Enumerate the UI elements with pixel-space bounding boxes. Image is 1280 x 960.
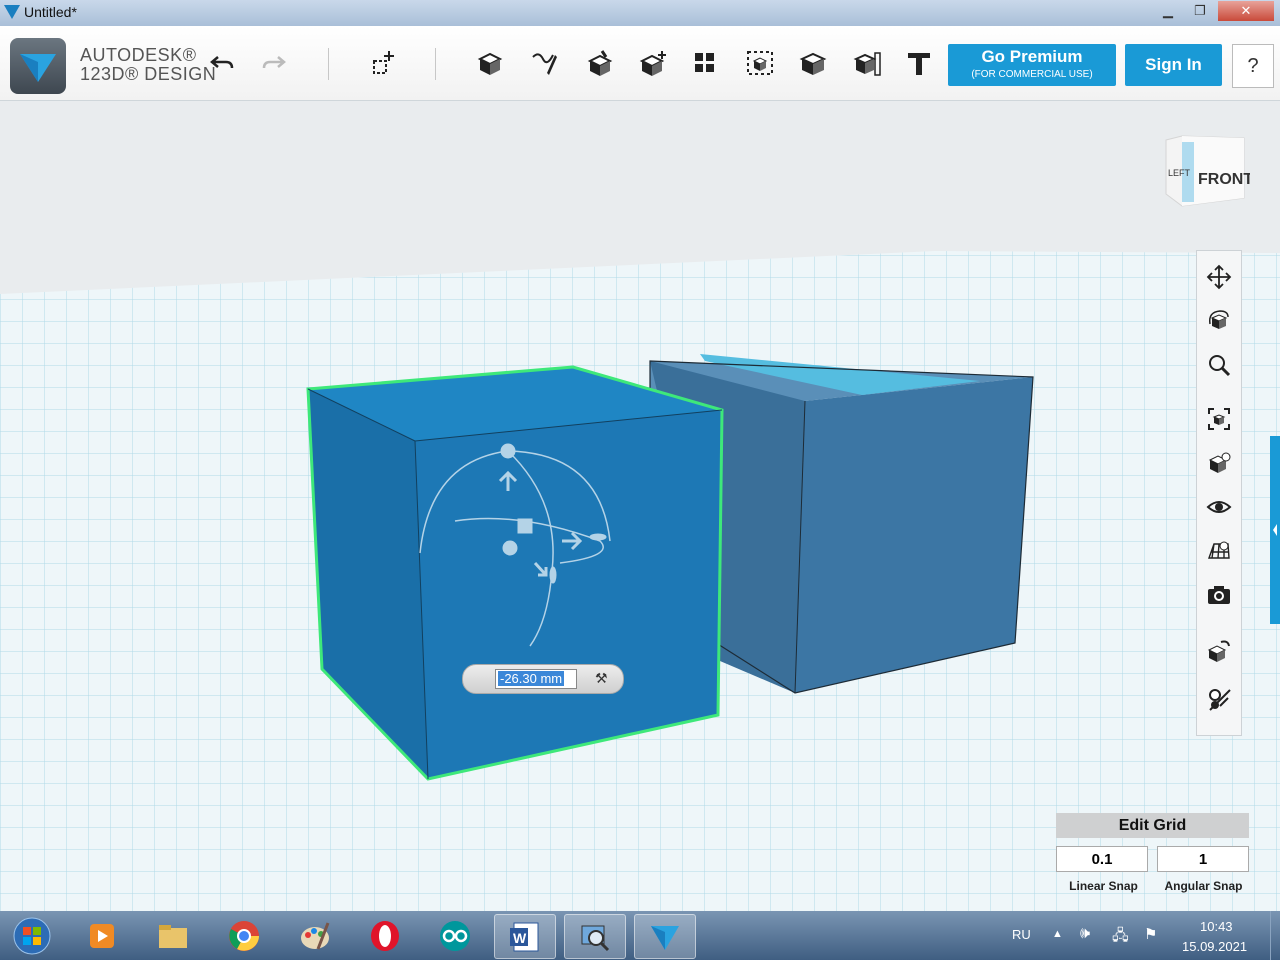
toolbar-divider	[435, 48, 436, 80]
arduino-button[interactable]	[425, 914, 485, 957]
paint-icon	[301, 921, 330, 950]
chrome-button[interactable]	[214, 914, 274, 957]
close-button[interactable]: ✕	[1218, 1, 1274, 21]
viewcube-front-label[interactable]: FRONT	[1198, 171, 1253, 188]
viewcube-left-label[interactable]: LEFT	[1168, 168, 1191, 178]
dimension-value[interactable]: -26.30 mm	[498, 671, 565, 686]
zoom-icon[interactable]	[1203, 349, 1235, 381]
network-icon[interactable]: 🖧	[1112, 925, 1129, 950]
clock-date[interactable]: 15.09.2021	[1182, 939, 1247, 954]
brand-name: AUTODESK® 123D® DESIGN	[80, 46, 216, 84]
orbit-icon[interactable]	[1203, 305, 1235, 337]
windows-taskbar: W RU ▲ 🕪 🖧 ⚑ 10:43 15.09.2021	[0, 911, 1280, 960]
pattern-icon[interactable]	[688, 46, 722, 80]
construct-icon[interactable]	[582, 46, 616, 80]
app-logo-icon	[4, 5, 20, 19]
snap-icon[interactable]	[1203, 683, 1235, 715]
modify-icon[interactable]	[636, 46, 670, 80]
minimize-button[interactable]: ▁	[1152, 1, 1184, 21]
brand-line1: AUTODESK®	[80, 45, 197, 65]
brand-line2: 123D® DESIGN	[80, 64, 217, 84]
show-desktop-button[interactable]	[1270, 911, 1280, 960]
app-menu-logo[interactable]	[10, 38, 66, 94]
action-center-flag-icon[interactable]: ⚑	[1144, 925, 1157, 943]
toolbar-divider	[328, 48, 329, 80]
media-player-button[interactable]	[72, 914, 132, 957]
undo-icon[interactable]	[205, 46, 239, 80]
fit-icon[interactable]	[1203, 403, 1235, 435]
main-toolbar: AUTODESK® 123D® DESIGN Go Premium (FOR C…	[0, 26, 1280, 101]
navigation-bar	[1196, 250, 1242, 736]
grid-icon[interactable]	[1203, 535, 1235, 567]
dimension-input-box[interactable]: -26.30 mm ⚒	[462, 664, 624, 694]
side-panel-toggle[interactable]	[1270, 436, 1280, 624]
volume-icon[interactable]: 🕪	[1080, 925, 1090, 943]
paint-button[interactable]	[285, 914, 345, 957]
arduino-icon	[440, 920, 470, 951]
start-button[interactable]	[6, 914, 58, 957]
123d-design-icon	[651, 925, 679, 950]
viewcube[interactable]: FRONT LEFT	[1160, 132, 1253, 212]
visibility-icon[interactable]	[1203, 491, 1235, 523]
sketch-icon[interactable]	[527, 46, 561, 80]
opera-button[interactable]	[355, 914, 415, 957]
window-title: Untitled*	[24, 4, 77, 20]
combine-icon[interactable]	[796, 46, 830, 80]
svg-text:W: W	[513, 930, 527, 946]
go-premium-label: Go Premium	[981, 47, 1083, 66]
show-hidden-icons-icon[interactable]: ▲	[1052, 928, 1063, 940]
clock-time[interactable]: 10:43	[1200, 919, 1233, 934]
grouping-icon[interactable]	[743, 46, 777, 80]
text-icon[interactable]	[902, 46, 936, 80]
search-tool-icon	[581, 925, 610, 951]
primitives-icon[interactable]	[472, 46, 506, 80]
cube-selected[interactable]	[306, 365, 724, 781]
app-logo-icon	[20, 54, 56, 82]
go-premium-button[interactable]: Go Premium (FOR COMMERCIAL USE)	[948, 44, 1116, 86]
3d-viewport[interactable]: FRONT LEFT	[0, 101, 1280, 911]
window-titlebar: Untitled* ▁ ❐ ✕	[0, 0, 1280, 27]
word-icon: W	[510, 922, 539, 951]
123d-design-button[interactable]	[634, 914, 696, 959]
dimension-field[interactable]: -26.30 mm	[495, 669, 577, 689]
explorer-button[interactable]	[143, 914, 203, 957]
views-icon[interactable]	[1203, 447, 1235, 479]
help-button[interactable]: ?	[1232, 44, 1274, 88]
edit-grid-panel: Edit Grid 0.1 1 Linear Snap Angular Snap	[1056, 813, 1249, 897]
explorer-icon	[159, 924, 187, 948]
media-player-icon	[90, 923, 114, 948]
search-tool-button[interactable]	[564, 914, 626, 959]
scene-canvas[interactable]	[0, 101, 1280, 911]
sign-in-button[interactable]: Sign In	[1125, 44, 1222, 86]
angular-snap-input[interactable]: 1	[1157, 846, 1249, 872]
camera-icon[interactable]	[1203, 579, 1235, 611]
material-icon[interactable]	[1203, 635, 1235, 667]
pan-icon[interactable]	[1203, 261, 1235, 293]
dimension-options-icon[interactable]: ⚒	[595, 670, 608, 687]
transform-icon[interactable]	[366, 46, 400, 80]
redo-icon[interactable]	[257, 46, 291, 80]
start-icon	[13, 917, 51, 954]
maximize-button[interactable]: ❐	[1184, 1, 1216, 21]
language-indicator[interactable]: RU	[1012, 927, 1031, 942]
word-button[interactable]: W	[494, 914, 556, 959]
go-premium-sublabel: (FOR COMMERCIAL USE)	[971, 69, 1093, 80]
angular-snap-label: Angular Snap	[1164, 879, 1243, 893]
linear-snap-label: Linear Snap	[1069, 879, 1138, 893]
measure-icon[interactable]	[850, 46, 884, 80]
opera-icon	[371, 920, 399, 951]
linear-snap-input[interactable]: 0.1	[1056, 846, 1148, 872]
edit-grid-button[interactable]: Edit Grid	[1056, 813, 1249, 838]
chrome-icon	[229, 920, 259, 951]
